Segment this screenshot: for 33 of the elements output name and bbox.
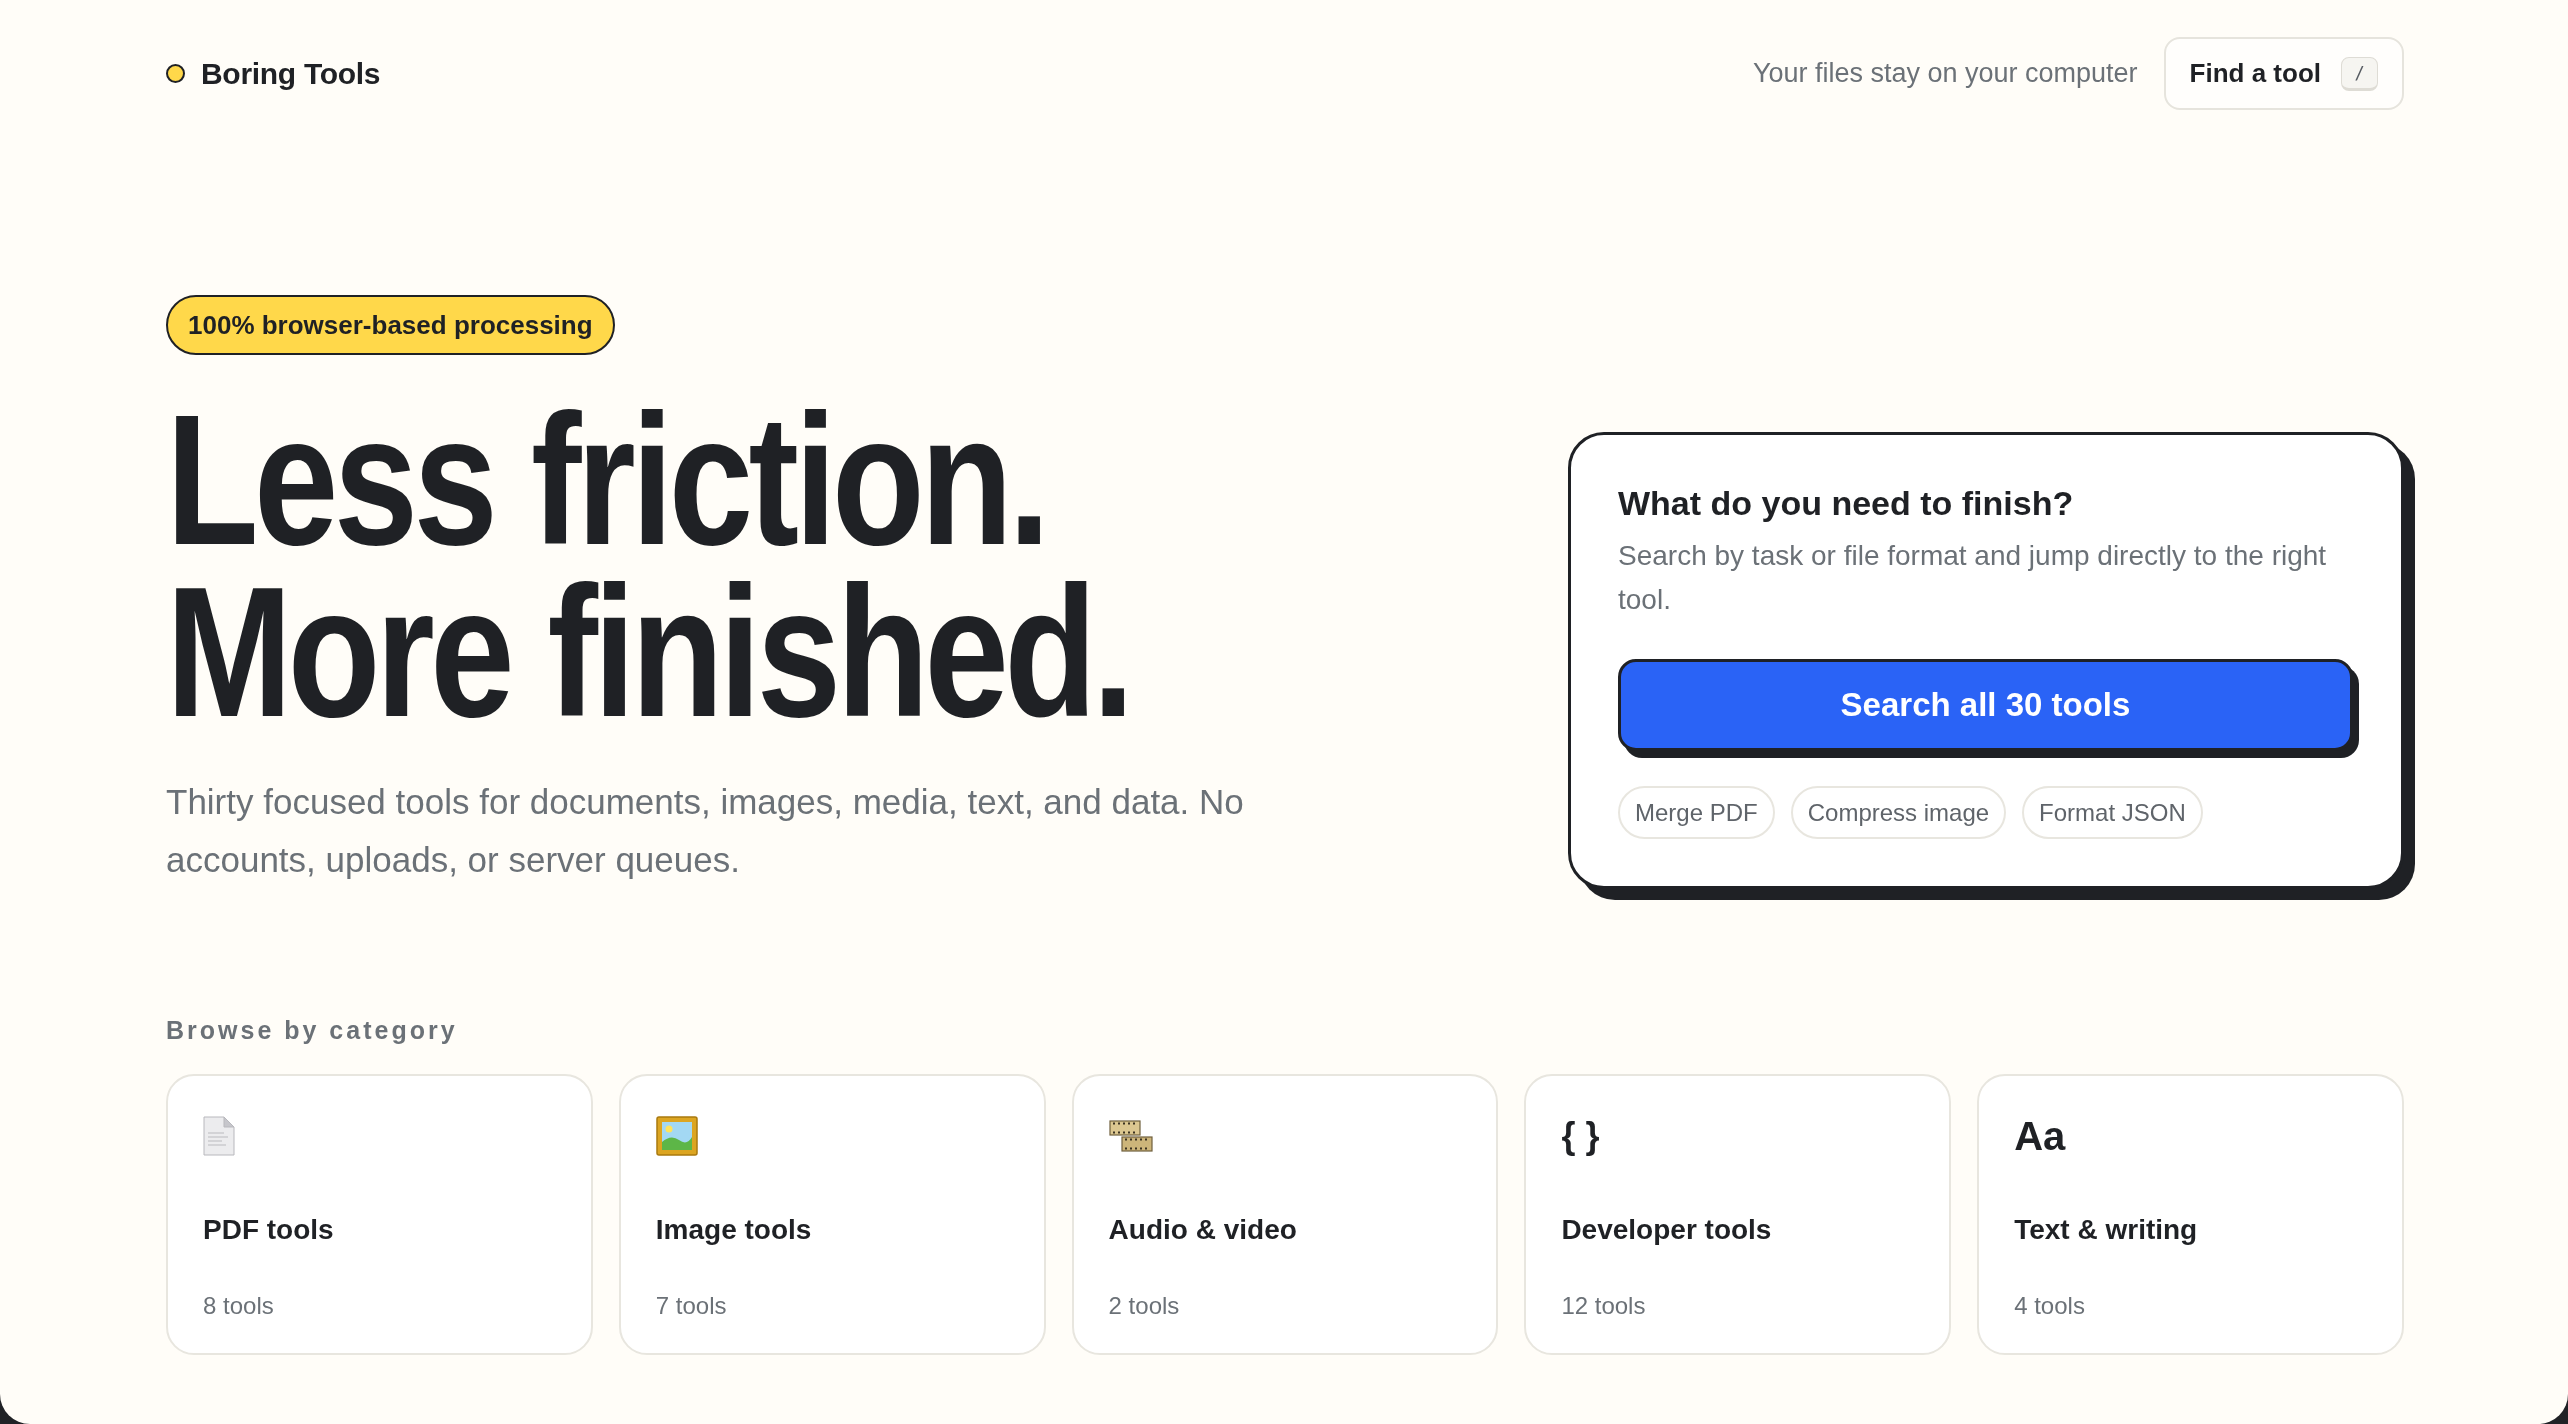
category-card[interactable]: Audio & video 2 tools [1071,1074,1499,1355]
hero-headline: Less friction. More finished. [166,394,1130,738]
category-glyph: { } [1561,1116,1600,1156]
feature-badge: 100% browser-based processing [166,295,615,355]
privacy-tagline: Your files stay on your computer [1752,58,2138,89]
hero-subtitle: Thirty focused tools for documents, images, media, text, and data. No accounts, uploads, or server queues. [166,781,1245,881]
tool-count: 12 tools [1561,1291,1646,1321]
tool-count: 8 tools [203,1291,274,1321]
find-tool-button[interactable]: Find a tool / [2163,37,2404,110]
category-title: Image tools [655,1213,812,1247]
category-card[interactable]: Image tools 7 tools [618,1074,1046,1355]
logo-dot-icon [166,64,185,83]
category-card[interactable]: PDF tools 8 tools [166,1074,593,1355]
suggestion-chip[interactable]: Format JSON [2022,786,2203,839]
category-title: Text & writing [2014,1213,2198,1247]
suggestion-chip[interactable]: Merge PDF [1618,786,1775,839]
section-heading: Browse by category [166,1015,459,1045]
suggestion-chip[interactable]: Compress image [1790,786,2007,839]
category-title: Audio & video [1108,1213,1297,1247]
framed-picture-icon [655,1116,698,1156]
tool-count: 4 tools [2014,1291,2085,1321]
tool-count: 7 tools [655,1291,727,1321]
category-card[interactable]: Aa Text & writing 4 tools [1977,1074,2404,1355]
category-title: Developer tools [1561,1213,1772,1247]
keyboard-shortcut-key: / [2341,56,2378,91]
brand-logo-link[interactable]: Boring Tools [166,56,381,91]
category-card[interactable]: { } Developer tools 12 tools [1524,1074,1952,1355]
category-glyph: Aa [2014,1116,2066,1156]
card-title: What do you need to finish? [1618,483,2075,524]
category-title: PDF tools [203,1213,334,1247]
document-icon [203,1116,235,1156]
card-description: Search by task or file format and jump directly to the right tool. [1618,539,2328,617]
tool-count: 2 tools [1108,1291,1180,1321]
